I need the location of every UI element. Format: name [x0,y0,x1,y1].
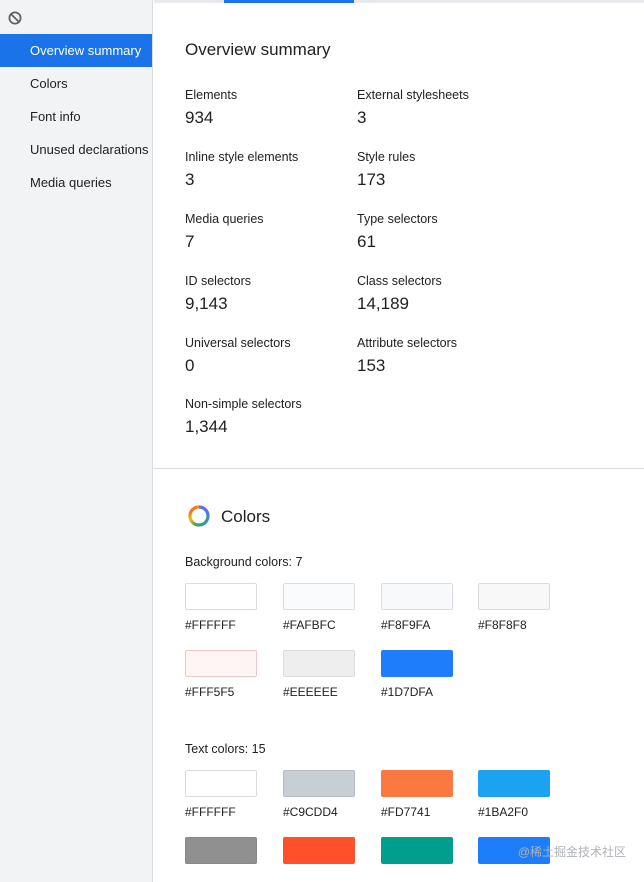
sidebar-item-unused-declarations[interactable]: Unused declarations [0,133,152,166]
sidebar-item-media-queries[interactable]: Media queries [0,166,152,199]
stat-elements: Elements 934 [185,88,345,128]
swatch-code: #C9CDD4 [283,805,338,819]
stat-label: Universal selectors [185,336,291,350]
sidebar: Overview summary Colors Font info Unused… [0,0,153,882]
background-swatch[interactable]: #FFFFFF [185,583,257,632]
swatch-code: #FFFFFF [185,618,236,632]
swatch-box[interactable] [381,650,453,677]
sidebar-item-label: Media queries [30,175,112,190]
swatch-box[interactable] [283,837,355,864]
swatch-code: #1D7DFA [381,685,434,699]
stat-attribute-selectors: Attribute selectors 153 [357,336,517,376]
swatch-code: #F8F9FA [381,618,431,632]
stat-value: 3 [185,170,195,189]
sidebar-item-label: Overview summary [30,43,142,58]
stat-value: 1,344 [185,417,228,436]
background-swatch[interactable]: #F8F8F8 [478,583,550,632]
overview-title: Overview summary [185,40,331,59]
background-swatch[interactable]: #F8F9FA [381,583,453,632]
swatch-code: #1BA2F0 [478,805,529,819]
swatch-code: #FD7741 [381,805,431,819]
background-swatch[interactable]: #FFF5F5 [185,650,257,699]
swatch-box[interactable] [381,837,453,864]
stat-media-queries: Media queries 7 [185,212,345,252]
stat-label: Type selectors [357,212,438,226]
sidebar-item-label: Font info [30,109,81,124]
swatch-box[interactable] [381,770,453,797]
colors-title: Colors [221,507,271,526]
stat-value: 173 [357,170,386,189]
swatch-box[interactable] [283,770,355,797]
swatch-box[interactable] [185,770,257,797]
sidebar-toolbar [0,0,152,34]
swatch-box[interactable] [478,770,550,797]
stat-value: 9,143 [185,294,228,313]
sidebar-item-label: Unused declarations [30,142,149,157]
swatch-box[interactable] [185,650,257,677]
stat-value: 153 [357,356,386,375]
stat-inline-style-elements: Inline style elements 3 [185,150,345,190]
sidebar-item-label: Colors [30,76,68,91]
section-divider [154,468,644,469]
stat-non-simple-selectors: Non-simple selectors 1,344 [185,397,345,437]
stat-label: ID selectors [185,274,251,288]
stat-label: Inline style elements [185,150,299,164]
sidebar-item-colors[interactable]: Colors [0,67,152,100]
sidebar-item-overview-summary[interactable]: Overview summary [0,34,152,67]
stat-label: Attribute selectors [357,336,458,350]
css-overview-panel: Overview summary Colors Font info Unused… [0,0,644,882]
stat-label: Non-simple selectors [185,397,302,411]
background-colors-label: Background colors: 7 [185,555,303,569]
clear-icon[interactable] [8,11,22,25]
stat-value: 61 [357,232,376,251]
swatch-box[interactable] [283,583,355,610]
background-swatch[interactable]: #1D7DFA [381,650,453,699]
stat-style-rules: Style rules 173 [357,150,517,190]
stat-value: 0 [185,356,195,375]
stat-label: Elements [185,88,238,102]
swatch-box[interactable] [381,583,453,610]
stat-id-selectors: ID selectors 9,143 [185,274,345,314]
swatch-code: #FFFFFF [185,805,236,819]
text-colors-label: Text colors: 15 [185,742,266,756]
stat-value: 3 [357,108,367,127]
stat-value: 934 [185,108,214,127]
swatch-box[interactable] [185,837,257,864]
stat-value: 14,189 [357,294,409,313]
stat-universal-selectors: Universal selectors 0 [185,336,345,376]
stat-class-selectors: Class selectors 14,189 [357,274,517,314]
stat-label: External stylesheets [357,88,469,102]
text-swatch[interactable] [283,837,355,872]
stat-label: Class selectors [357,274,442,288]
text-swatch[interactable]: #FD7741 [381,770,453,819]
main-content[interactable]: Overview summary Elements 934 External s… [154,0,644,882]
swatch-code: #FAFBFC [283,618,336,632]
stat-label: Style rules [357,150,416,164]
text-swatch[interactable] [185,837,257,872]
text-swatch[interactable]: #1BA2F0 [478,770,550,819]
swatch-box[interactable] [283,650,355,677]
background-swatch[interactable]: #FAFBFC [283,583,355,632]
color-wheel-icon [188,505,210,527]
swatch-box[interactable] [478,583,550,610]
stat-value: 7 [185,232,195,251]
sidebar-item-font-info[interactable]: Font info [0,100,152,133]
stat-external-stylesheets: External stylesheets 3 [357,88,517,128]
stat-label: Media queries [185,212,264,226]
text-swatch[interactable]: #FFFFFF [185,770,257,819]
stat-type-selectors: Type selectors 61 [357,212,517,252]
swatch-code: #FFF5F5 [185,685,235,699]
watermark: @稀土掘金技术社区 [517,845,626,859]
active-indicator [224,0,354,3]
sidebar-nav: Overview summary Colors Font info Unused… [0,34,152,199]
swatch-box[interactable] [185,583,257,610]
text-swatch[interactable] [381,837,453,872]
swatch-code: #EEEEEE [283,685,338,699]
text-swatch[interactable]: #C9CDD4 [283,770,355,819]
swatch-code: #F8F8F8 [478,618,527,632]
background-swatch[interactable]: #EEEEEE [283,650,355,699]
